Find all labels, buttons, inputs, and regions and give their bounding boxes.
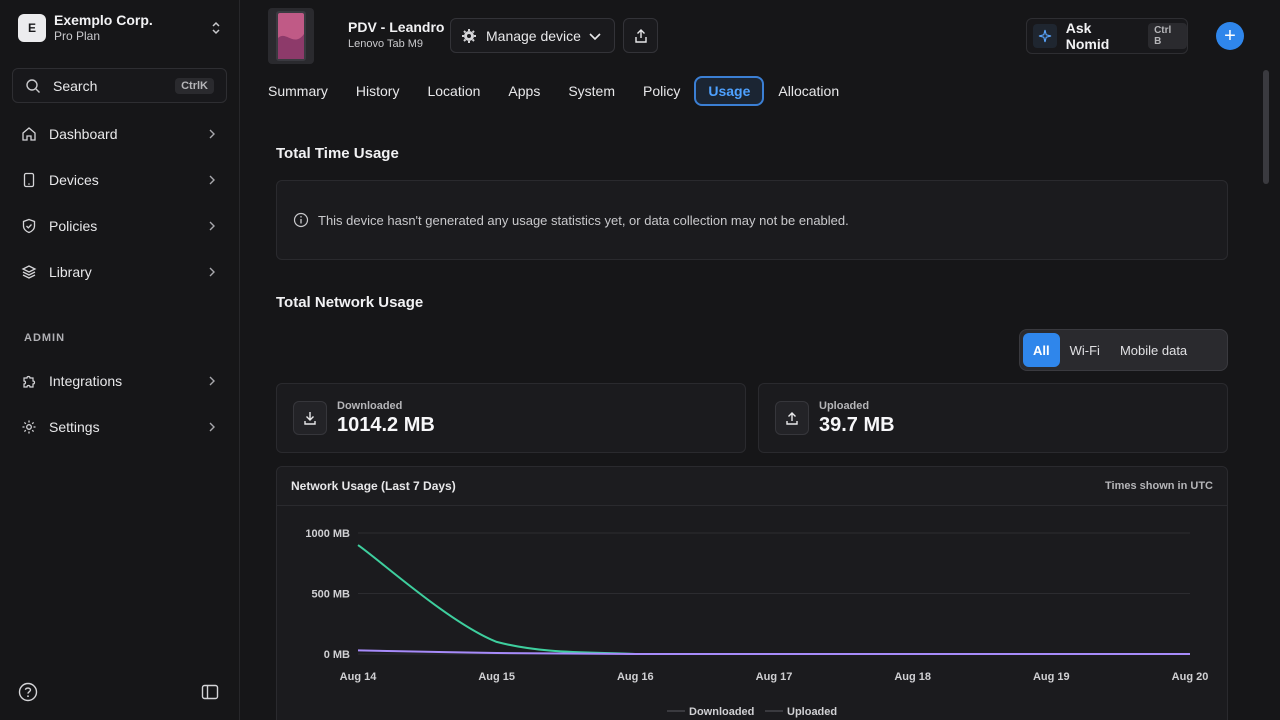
x-tick-label: Aug 16 <box>617 671 654 683</box>
x-tick-label: Aug 14 <box>340 671 378 683</box>
network-usage-title: Total Network Usage <box>276 294 424 311</box>
sidebar-item-dashboard[interactable]: Dashboard <box>12 115 227 153</box>
manage-device-button[interactable]: Manage device <box>450 18 615 53</box>
chart-title: Network Usage (Last 7 Days) <box>291 479 456 493</box>
network-filter: All Wi-Fi Mobile data <box>1019 329 1228 371</box>
time-usage-title: Total Time Usage <box>276 145 399 162</box>
layers-icon <box>20 263 38 281</box>
plus-icon: + <box>1224 25 1236 47</box>
upload-icon <box>786 412 798 425</box>
tab-policy[interactable]: Policy <box>643 76 680 106</box>
downloaded-label: Downloaded <box>337 399 403 412</box>
device-icon <box>20 171 38 189</box>
scrollbar[interactable] <box>1263 70 1269 184</box>
device-name: PDV - Leandro <box>348 19 445 35</box>
org-name: Exemplo Corp. <box>54 12 153 28</box>
gear-icon <box>462 28 476 43</box>
x-tick-label: Aug 20 <box>1172 671 1209 683</box>
device-model: Lenovo Tab M9 <box>348 38 424 50</box>
chevron-right-icon <box>209 376 215 386</box>
tab-usage[interactable]: Usage <box>694 76 765 106</box>
network-usage-chart: 0 MB 500 MB 1000 MB Aug 14 Aug 15 Aug 16 Aug 1… <box>305 528 1209 718</box>
sidebar-item-policies[interactable]: Policies <box>12 207 227 245</box>
tab-apps[interactable]: Apps <box>508 76 540 106</box>
sidebar-item-label: Dashboard <box>49 126 118 142</box>
tab-location[interactable]: Location <box>427 76 480 106</box>
chevron-right-icon <box>209 267 215 277</box>
tab-history[interactable]: History <box>356 76 400 106</box>
share-button[interactable] <box>623 18 658 53</box>
main-content: PDV - Leandro Lenovo Tab M9 Manage devic… <box>240 0 1280 720</box>
filter-wifi[interactable]: Wi-Fi <box>1060 333 1110 367</box>
chevron-right-icon <box>209 422 215 432</box>
search-input[interactable]: Search CtrlK <box>12 68 227 103</box>
chevron-up-down-icon <box>212 21 220 35</box>
info-icon <box>293 212 309 228</box>
sidebar-item-label: Library <box>49 264 92 280</box>
sidebar-collapse-icon[interactable] <box>201 683 219 701</box>
y-tick-label: 0 MB <box>324 649 350 661</box>
admin-heading: ADMIN <box>24 332 66 344</box>
series-line-downloaded <box>357 544 1190 655</box>
ask-nomid-shortcut: Ctrl B <box>1148 23 1187 49</box>
sidebar-item-devices[interactable]: Devices <box>12 161 227 199</box>
x-tick-label: Aug 15 <box>478 671 515 683</box>
puzzle-icon <box>20 372 38 390</box>
chart-timezone-note: Times shown in UTC <box>1105 480 1213 492</box>
downloaded-value: 1014.2 MB <box>337 413 435 436</box>
download-icon <box>304 412 316 425</box>
filter-mobile-data[interactable]: Mobile data <box>1110 333 1197 367</box>
chevron-right-icon <box>209 221 215 231</box>
x-tick-label: Aug 18 <box>894 671 931 683</box>
usage-notice-text: This device hasn't generated any usage s… <box>318 212 849 228</box>
uploaded-card: Uploaded 39.7 MB <box>758 383 1228 453</box>
search-icon <box>26 78 40 93</box>
device-thumbnail <box>268 8 314 64</box>
ask-nomid-button[interactable]: Ask Nomid Ctrl B <box>1026 18 1188 54</box>
chevron-right-icon <box>209 129 215 139</box>
network-usage-chart-card: Network Usage (Last 7 Days) Times shown … <box>276 466 1228 720</box>
search-label: Search <box>53 77 98 94</box>
series-line-uploaded <box>357 649 1190 655</box>
search-shortcut: CtrlK <box>175 77 214 94</box>
sidebar-item-library[interactable]: Library <box>12 253 227 291</box>
tab-system[interactable]: System <box>568 76 615 106</box>
filter-all[interactable]: All <box>1023 333 1060 367</box>
tab-summary[interactable]: Summary <box>268 76 328 106</box>
help-icon[interactable] <box>18 682 38 702</box>
x-tick-label: Aug 19 <box>1033 671 1070 683</box>
chevron-down-icon <box>589 32 601 40</box>
sidebar-item-settings[interactable]: Settings <box>12 408 227 446</box>
sidebar-item-label: Devices <box>49 172 99 188</box>
share-icon <box>634 28 647 43</box>
uploaded-value: 39.7 MB <box>819 413 895 436</box>
sidebar-item-integrations[interactable]: Integrations <box>12 362 227 400</box>
usage-notice: This device hasn't generated any usage s… <box>276 180 1228 260</box>
y-tick-label: 500 MB <box>311 589 350 601</box>
sparkle-icon <box>1038 29 1051 43</box>
home-icon <box>20 125 38 143</box>
device-tabs: Summary History Location Apps System Pol… <box>268 76 867 106</box>
org-plan: Pro Plan <box>54 29 101 43</box>
ask-nomid-label: Ask Nomid <box>1065 20 1110 52</box>
legend-label: Uploaded <box>787 706 837 718</box>
sidebar-item-label: Policies <box>49 218 98 234</box>
sidebar: E Exemplo Corp. Pro Plan Search CtrlK Da… <box>0 0 240 720</box>
add-button[interactable]: + <box>1216 22 1244 50</box>
org-switcher[interactable]: E Exemplo Corp. Pro Plan <box>18 12 223 44</box>
shield-icon <box>20 217 38 235</box>
chevron-right-icon <box>209 175 215 185</box>
org-avatar: E <box>18 14 46 42</box>
manage-device-label: Manage device <box>486 27 581 44</box>
uploaded-label: Uploaded <box>819 399 870 412</box>
tab-allocation[interactable]: Allocation <box>778 76 839 106</box>
sidebar-item-label: Settings <box>49 419 100 435</box>
y-tick-label: 1000 MB <box>305 528 350 540</box>
gear-icon <box>20 418 38 436</box>
legend-label: Downloaded <box>689 706 754 718</box>
downloaded-card: Downloaded 1014.2 MB <box>276 383 746 453</box>
x-tick-label: Aug 17 <box>756 671 793 683</box>
sidebar-item-label: Integrations <box>49 373 123 389</box>
